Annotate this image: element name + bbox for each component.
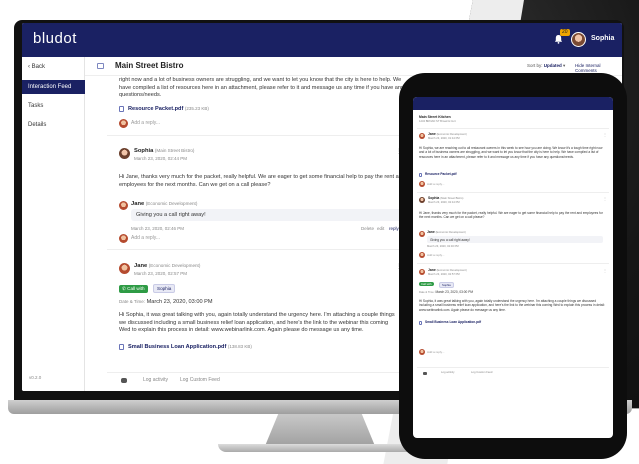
sidebar-item-details[interactable]: Details	[22, 118, 85, 132]
reply-input[interactable]: Add a reply...	[131, 233, 401, 243]
divider	[417, 263, 609, 264]
attachment-link[interactable]: Small Business Loan Application.pdf	[425, 320, 481, 324]
app-header	[413, 97, 613, 110]
divider	[417, 192, 609, 193]
reply-edit-link[interactable]: edit	[377, 225, 384, 233]
more-options-icon[interactable]: ⋮	[603, 132, 607, 137]
reply-input[interactable]: Add a reply...	[131, 118, 401, 128]
log-custom-feed-button[interactable]: Log Custom Feed	[471, 371, 492, 375]
log-custom-feed-button[interactable]: Log Custom Feed	[180, 377, 220, 385]
pdf-icon	[419, 321, 422, 325]
reply-bubble: Giving you a call right away!	[131, 209, 403, 221]
avatar	[119, 201, 128, 210]
chevron-left-icon: ‹	[28, 64, 30, 70]
reply-delete-link[interactable]: Delete	[361, 225, 374, 233]
phone-icon: ✆	[122, 286, 126, 291]
post-date: March 23, 2020, 02:44 PM	[428, 201, 460, 204]
log-activity-button[interactable]: Log activity	[143, 377, 168, 385]
reply-input[interactable]: Add a reply...	[427, 180, 597, 190]
post-date: March 23, 2020, 02:57 PM	[428, 273, 460, 276]
attachment-link[interactable]: Small Business Loan Application.pdf (138…	[128, 343, 252, 352]
avatar	[119, 119, 128, 128]
post-datetime: Date & Time: March 23, 2020, 03:00 PM	[119, 299, 213, 305]
back-label: Back	[31, 64, 46, 70]
post-text: Hi Sophia, we are reaching out to all re…	[419, 146, 603, 159]
participant-chip[interactable]: Sophia	[439, 282, 454, 288]
sidebar-item-interaction-feed[interactable]: Interaction Feed	[22, 80, 85, 94]
more-options-icon[interactable]: ⋮	[603, 196, 607, 201]
sort-control[interactable]: Sort by: Updated ▾	[527, 63, 565, 69]
chat-icon[interactable]	[423, 372, 427, 375]
participant-chip[interactable]: Sophia	[153, 284, 176, 293]
sort-label: Sort by:	[527, 63, 543, 68]
avatar	[419, 231, 425, 237]
avatar	[419, 197, 425, 203]
brand-logo[interactable]: bludot	[33, 30, 77, 47]
pdf-icon	[119, 344, 124, 350]
divider	[107, 249, 403, 250]
mobile-app: Main Street Kitchen 1234 BROAD ST Broad …	[413, 97, 613, 438]
reply-link[interactable]: reply	[389, 225, 399, 233]
reply-author: Jane (Economic Development)	[131, 201, 198, 207]
phone-frame: Main Street Kitchen 1234 BROAD ST Broad …	[399, 73, 627, 459]
avatar	[119, 263, 130, 274]
chat-icon[interactable]	[121, 378, 127, 383]
call-chip: Call with	[419, 282, 434, 286]
avatar	[419, 133, 425, 139]
avatar	[419, 181, 425, 187]
avatar	[419, 252, 425, 258]
sidebar-item-tasks[interactable]: Tasks	[22, 99, 85, 113]
divider	[417, 128, 609, 129]
reply-bubble: Giving you a call right away!	[427, 236, 603, 243]
divider	[107, 135, 403, 136]
monitor-stand	[265, 414, 375, 446]
call-chip: ✆ Call with	[119, 285, 148, 293]
post-date: March 23, 2020, 02:44 PM	[134, 156, 188, 161]
post-text: Hi Jane, thanks very much for the packet…	[419, 211, 603, 220]
avatar	[419, 269, 425, 275]
attachment-link[interactable]: Resource Packet.pdf (235.23 KB)	[128, 105, 209, 114]
avatar[interactable]	[571, 32, 586, 47]
post-date: March 23, 2020, 01:44 PM	[428, 137, 460, 140]
pdf-icon	[419, 173, 422, 177]
page-title: Main Street Bistro	[115, 61, 184, 70]
post-date: March 23, 2020, 02:57 PM	[134, 271, 188, 276]
avatar	[119, 148, 130, 159]
reply-date: March 23, 2020, 02:46 PM	[427, 245, 459, 248]
post-text: Hi Jane, thanks very much for the packet…	[119, 174, 405, 188]
attachment-link[interactable]: Resource Packet.pdf	[425, 172, 457, 176]
log-activity-button[interactable]: Log activity	[441, 371, 454, 375]
feed-footer: Log activity Log Custom Feed	[107, 372, 403, 388]
post-text: right now and a lot of business owners a…	[119, 77, 404, 98]
avatar	[119, 234, 128, 243]
feed-footer: Log activity Log Custom Feed	[417, 367, 609, 379]
version-label: v0.2.0	[29, 375, 42, 380]
post-text: Hi Sophia, it was great talking with you…	[419, 299, 605, 312]
business-icon	[97, 63, 104, 69]
notification-badge: 20	[560, 29, 570, 36]
page-subtitle: 1234 BROAD ST Broad & Curt	[419, 120, 456, 123]
back-button[interactable]: ‹ Back	[28, 64, 45, 70]
monitor-base	[218, 444, 418, 452]
pdf-icon	[119, 106, 124, 112]
more-options-icon[interactable]: ⋮	[603, 268, 607, 273]
reply-author: Jane (Economic Development)	[427, 230, 466, 234]
user-name[interactable]: Sophia	[591, 35, 614, 42]
sort-value: Updated	[543, 63, 562, 68]
reply-date: March 23, 2020, 02:46 PM	[131, 226, 185, 231]
avatar	[419, 349, 425, 355]
chevron-down-icon: ▾	[563, 63, 566, 68]
sidebar: ‹ Back Interaction Feed Tasks Details v0…	[22, 57, 85, 391]
reply-input[interactable]: Add a reply...	[427, 348, 597, 358]
hide-internal-comments-link[interactable]: Hide Internal Comments	[575, 63, 622, 73]
post-datetime: Date & Time: March 23, 2020, 03:00 PM	[419, 290, 474, 294]
page-title: Main Street Kitchen	[419, 115, 451, 119]
post-text: Hi Sophia, it was great talking with you…	[119, 312, 395, 333]
reply-input[interactable]: Add a reply...	[427, 251, 597, 261]
app-header: bludot 20 Sophia	[22, 23, 622, 57]
